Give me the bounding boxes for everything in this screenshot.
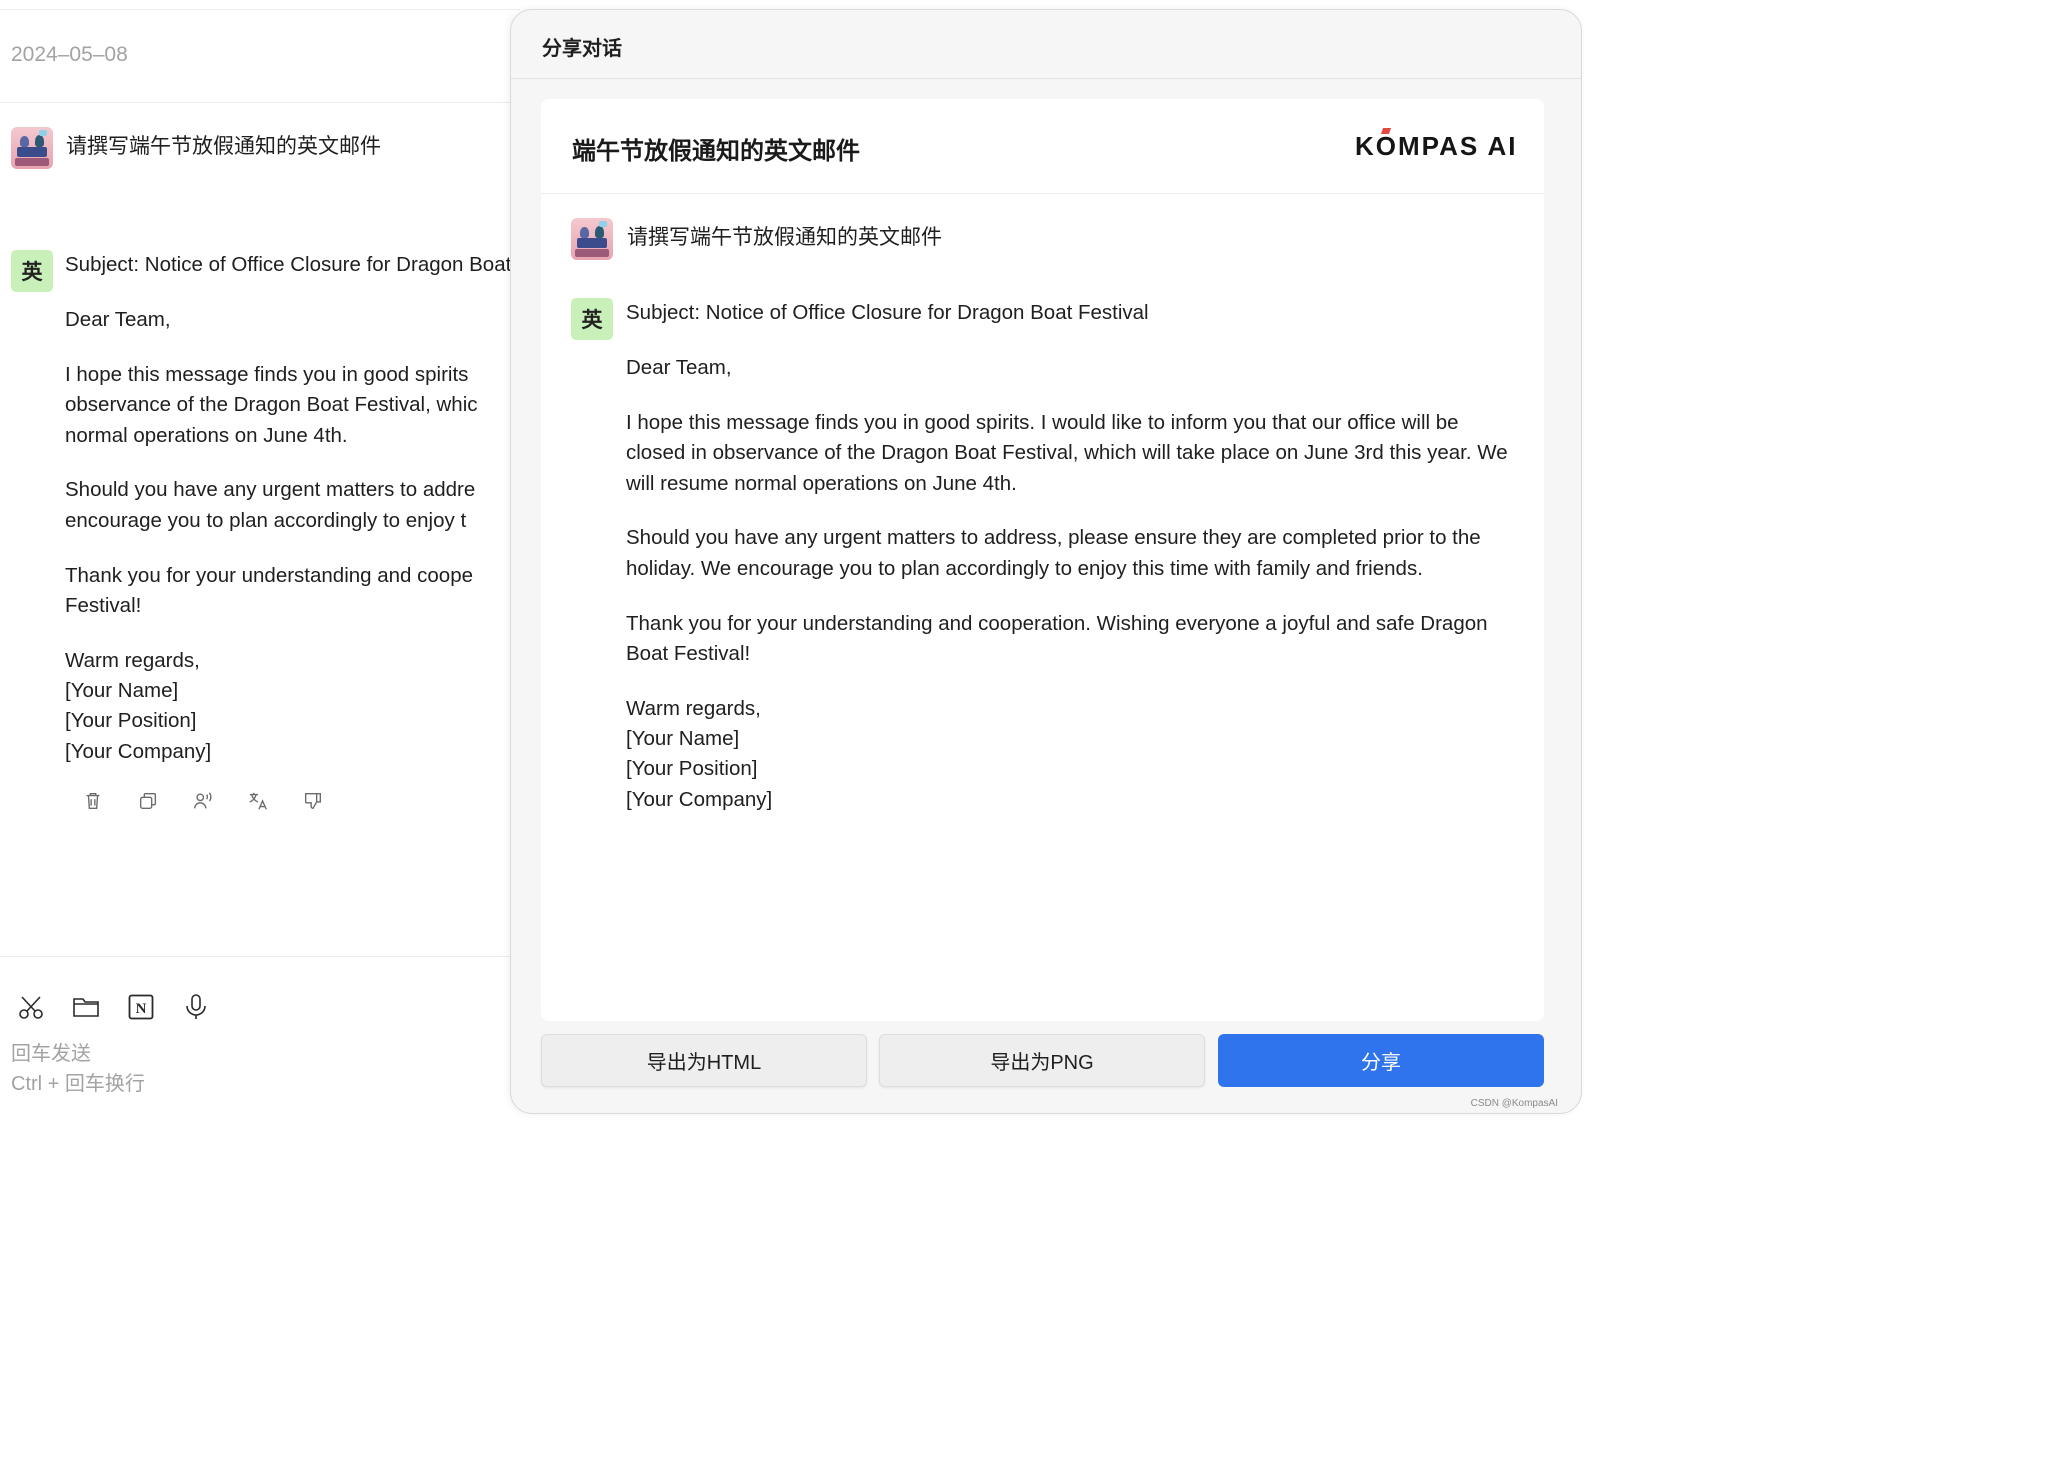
newline-hint: Ctrl + 回车换行 bbox=[11, 1073, 145, 1095]
divider bbox=[541, 193, 1544, 194]
export-html-button[interactable]: 导出为HTML bbox=[541, 1034, 867, 1087]
divider bbox=[511, 78, 1581, 79]
email-paragraph: Thank you for your understanding and coo… bbox=[626, 611, 1488, 665]
share-preview-card: 端午节放假通知的英文邮件 KOMPAS AI 请撰写端午节放假通知的英文邮件 英… bbox=[541, 99, 1544, 1021]
email-paragraph: I hope this message finds you in good sp… bbox=[65, 363, 478, 447]
user-message: 请撰写端午节放假通知的英文邮件 bbox=[627, 226, 942, 249]
email-paragraph: Thank you for your understanding and coo… bbox=[65, 563, 473, 617]
email-paragraph: I hope this message finds you in good sp… bbox=[626, 411, 1508, 495]
assistant-badge: 英 bbox=[11, 250, 53, 292]
card-title: 端午节放假通知的英文邮件 bbox=[572, 138, 860, 165]
share-dialog: 分享对话 端午节放假通知的英文邮件 KOMPAS AI 请撰写端午节放假通知的英… bbox=[510, 9, 1582, 1114]
copy-icon[interactable] bbox=[120, 786, 175, 816]
email-signature: Warm regards, [Your Name] [Your Position… bbox=[626, 696, 773, 811]
chat-pane: 2024–05–08 请撰写端午节放假通知的英文邮件 英 Subject: No… bbox=[0, 0, 520, 1114]
speak-icon[interactable] bbox=[175, 786, 230, 816]
notion-icon[interactable]: N bbox=[126, 992, 181, 1022]
dialog-title: 分享对话 bbox=[542, 38, 622, 60]
email-greeting: Dear Team, bbox=[626, 356, 732, 380]
trash-icon[interactable] bbox=[65, 786, 120, 816]
user-avatar bbox=[11, 127, 53, 169]
microphone-icon[interactable] bbox=[181, 992, 236, 1022]
svg-text:N: N bbox=[136, 1001, 147, 1017]
email-subject: Subject: Notice of Office Closure for Dr… bbox=[65, 253, 520, 276]
email-paragraph: Should you have any urgent matters to ad… bbox=[626, 526, 1481, 580]
message-actions bbox=[65, 786, 340, 816]
share-button[interactable]: 分享 bbox=[1218, 1034, 1544, 1087]
email-greeting: Dear Team, bbox=[65, 308, 171, 332]
assistant-badge: 英 bbox=[571, 298, 613, 340]
watermark: CSDN @KompasAI bbox=[1470, 1098, 1558, 1109]
user-avatar bbox=[571, 218, 613, 260]
input-toolbar: N bbox=[16, 992, 236, 1022]
email-signature: Warm regards, [Your Name] [Your Position… bbox=[65, 648, 212, 763]
send-hint: 回车发送 bbox=[11, 1043, 91, 1065]
translate-icon[interactable] bbox=[230, 786, 285, 816]
divider bbox=[0, 956, 520, 957]
email-subject: Subject: Notice of Office Closure for Dr… bbox=[626, 301, 1149, 324]
email-paragraph: Should you have any urgent matters to ad… bbox=[65, 478, 476, 532]
assistant-message: Subject: Notice of Office Closure for Dr… bbox=[626, 298, 1516, 839]
export-png-button[interactable]: 导出为PNG bbox=[879, 1034, 1205, 1087]
user-message: 请撰写端午节放假通知的英文邮件 bbox=[66, 135, 381, 158]
scissors-icon[interactable] bbox=[16, 992, 71, 1022]
divider bbox=[0, 102, 520, 103]
thumbs-down-icon[interactable] bbox=[285, 786, 340, 816]
kompas-ai-logo: KOMPAS AI bbox=[1355, 131, 1518, 161]
divider bbox=[0, 9, 520, 10]
assistant-message: Subject: Notice of Office Closure for Dr… bbox=[65, 250, 520, 791]
conversation-date: 2024–05–08 bbox=[11, 43, 128, 66]
folder-icon[interactable] bbox=[71, 992, 126, 1022]
